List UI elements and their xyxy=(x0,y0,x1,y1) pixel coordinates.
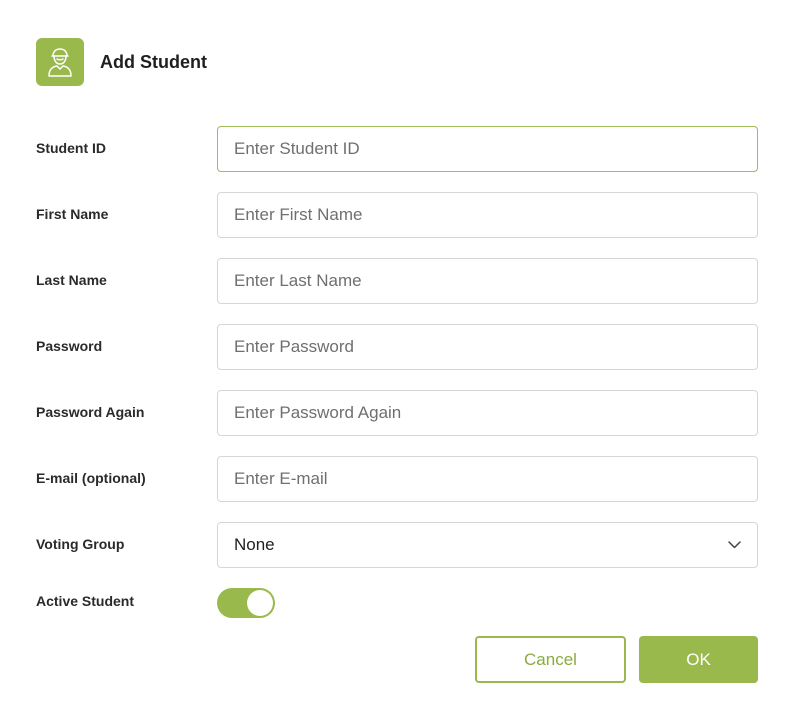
chevron-down-icon xyxy=(727,538,741,552)
form-row-email: E-mail (optional) xyxy=(0,456,793,502)
ok-button[interactable]: OK xyxy=(639,636,758,683)
voting-group-select[interactable]: None xyxy=(217,522,758,568)
form-row-first-name: First Name xyxy=(0,192,793,238)
student-id-label: Student ID xyxy=(36,140,106,156)
first-name-label: First Name xyxy=(36,206,109,222)
cancel-button[interactable]: Cancel xyxy=(475,636,626,683)
active-student-label: Active Student xyxy=(36,593,135,609)
form-row-password-again: Password Again xyxy=(0,390,793,436)
password-again-input[interactable] xyxy=(217,390,758,436)
last-name-input[interactable] xyxy=(217,258,758,304)
email-input[interactable] xyxy=(217,456,758,502)
dialog-title: Add Student xyxy=(100,52,207,72)
first-name-input[interactable] xyxy=(217,192,758,238)
student-avatar-icon xyxy=(36,38,84,86)
add-student-dialog: Add Student Student ID First Name Last N… xyxy=(0,0,793,718)
active-student-toggle[interactable] xyxy=(217,588,275,618)
student-id-input[interactable] xyxy=(217,126,758,172)
form-row-voting-group: Voting Group None xyxy=(0,522,793,568)
password-label: Password xyxy=(36,338,103,354)
toggle-knob xyxy=(247,590,273,616)
last-name-label: Last Name xyxy=(36,272,107,288)
form-row-password: Password xyxy=(0,324,793,370)
form-row-student-id: Student ID xyxy=(0,126,793,172)
voting-group-value: None xyxy=(234,535,275,554)
email-label: E-mail (optional) xyxy=(36,470,146,486)
password-again-label: Password Again xyxy=(36,404,145,420)
form-row-last-name: Last Name xyxy=(0,258,793,304)
voting-group-label: Voting Group xyxy=(36,536,125,552)
password-input[interactable] xyxy=(217,324,758,370)
